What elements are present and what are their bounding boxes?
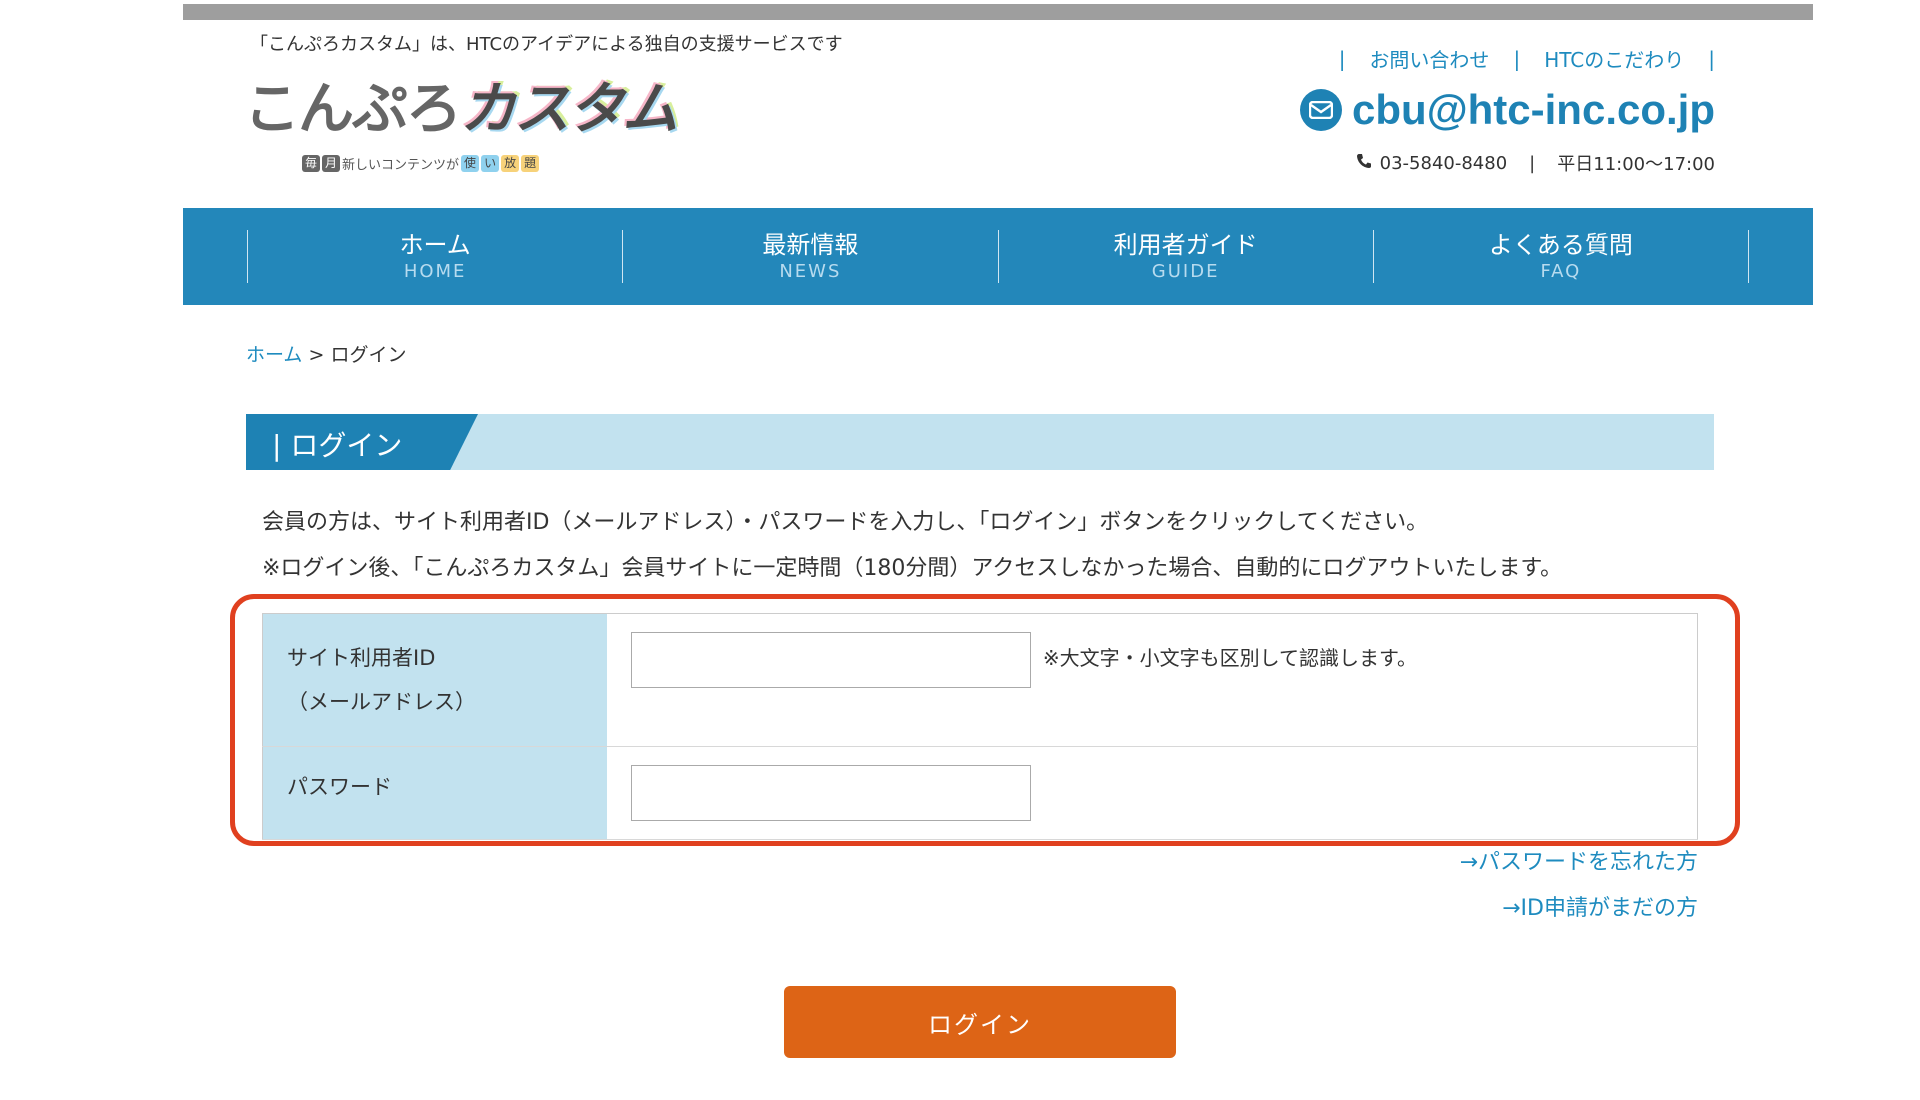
separator: | — [1708, 46, 1715, 71]
main-nav: ホーム HOME 最新情報 NEWS 利用者ガイド GUIDE よくある質問 F… — [183, 208, 1813, 305]
nav-item-home[interactable]: ホーム HOME — [247, 230, 622, 283]
email-address[interactable]: cbu@htc-inc.co.jp — [1352, 86, 1715, 134]
breadcrumb-current: ログイン — [330, 344, 407, 366]
breadcrumb: ホーム > ログイン — [246, 340, 406, 367]
phone-icon — [1356, 153, 1372, 174]
separator: | — [1338, 46, 1346, 71]
nav-item-guide[interactable]: 利用者ガイド GUIDE — [997, 230, 1373, 283]
login-description: 会員の方は、サイト利用者ID（メールアドレス）・パスワードを入力し、「ログイン」… — [262, 510, 1563, 581]
nav-item-news[interactable]: 最新情報 NEWS — [622, 230, 997, 283]
section-header: | ログイン — [246, 414, 1714, 470]
forgot-password-link[interactable]: →パスワードを忘れた方 — [1460, 840, 1698, 886]
phone-number: 03-5840-8480 — [1379, 152, 1508, 174]
top-gray-bar — [183, 4, 1813, 20]
mail-icon — [1300, 89, 1343, 131]
nav-item-faq[interactable]: よくある質問 FAQ — [1372, 230, 1749, 283]
site-logo[interactable]: こんぷろカスタム 毎月 新しいコンテンツが 使い 放題 — [244, 77, 678, 182]
separator: | — [1529, 152, 1536, 174]
business-hours: 平日11:00〜17:00 — [1557, 154, 1715, 175]
login-button[interactable]: ログイン — [784, 986, 1176, 1058]
breadcrumb-separator: > — [308, 344, 325, 366]
contact-link[interactable]: お問い合わせ — [1369, 44, 1489, 73]
form-highlight-frame — [230, 594, 1740, 846]
breadcrumb-home[interactable]: ホーム — [246, 344, 302, 366]
htc-commitment-link[interactable]: HTCのこだわり — [1544, 44, 1684, 73]
separator: | — [1513, 46, 1521, 71]
email-contact[interactable]: cbu@htc-inc.co.jp — [1300, 86, 1715, 134]
site-tagline: 「こんぷろカスタム」は、HTCのアイデアによる独自の支援サービスです — [250, 34, 843, 55]
logo-subtitle: 毎月 新しいコンテンツが 使い 放題 — [302, 154, 540, 173]
page-title: | ログイン — [272, 429, 403, 462]
logo-text: こんぷろカスタム — [244, 77, 678, 142]
help-links: →パスワードを忘れた方 →ID申請がまだの方 — [1460, 840, 1698, 932]
id-application-link[interactable]: →ID申請がまだの方 — [1460, 886, 1698, 932]
header-links: | お問い合わせ | HTCのこだわり | — [1315, 44, 1715, 73]
phone-hours: 03-5840-8480 | 平日11:00〜17:00 — [1356, 150, 1715, 176]
